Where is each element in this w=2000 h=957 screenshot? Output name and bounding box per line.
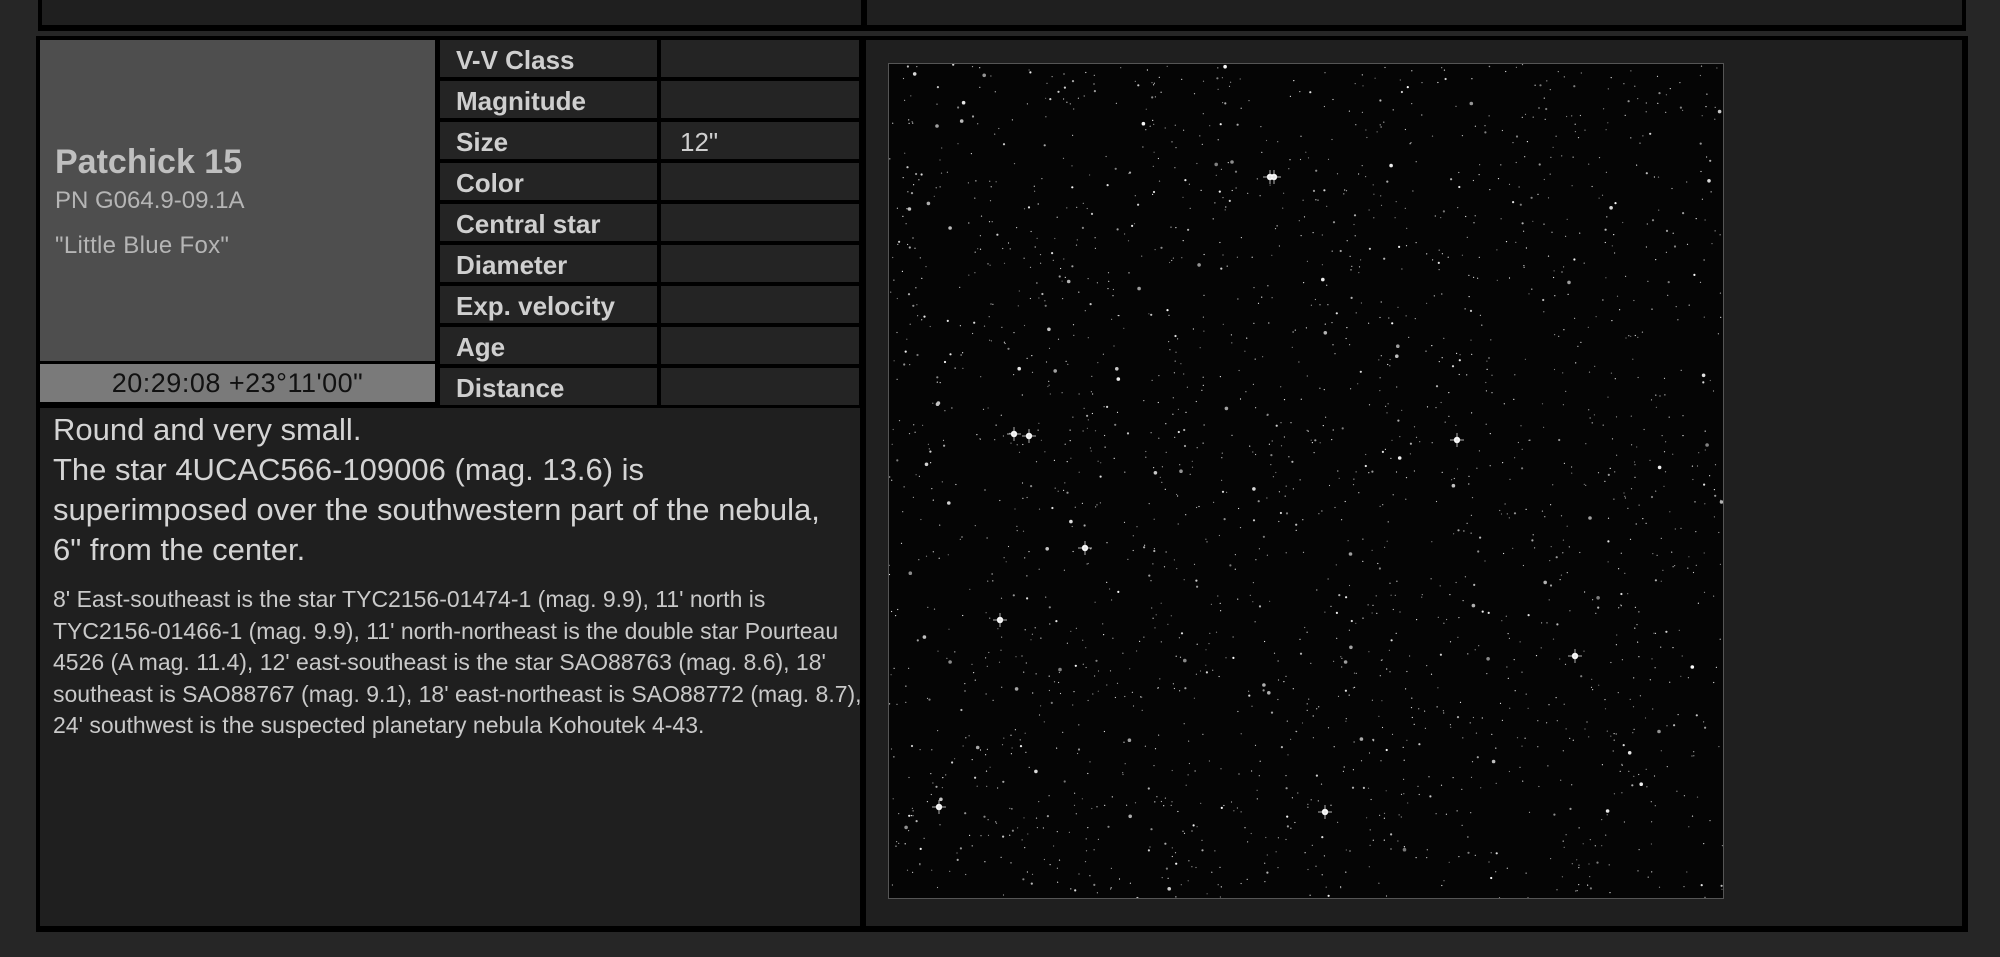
description-main: Round and very small. The star 4UCAC566-…	[53, 410, 843, 570]
top-right-cell	[867, 0, 1962, 25]
property-value	[661, 163, 859, 200]
property-value	[661, 40, 859, 77]
property-value: 12"	[661, 122, 859, 159]
top-frame	[38, 0, 1966, 31]
star-field-image	[888, 63, 1724, 899]
property-label: Exp. velocity	[440, 286, 657, 323]
property-value	[661, 286, 859, 323]
property-label: Size	[440, 122, 657, 159]
property-value	[661, 245, 859, 282]
property-value	[661, 368, 859, 405]
property-label: Age	[440, 327, 657, 364]
object-designation: PN G064.9-09.1A	[55, 187, 245, 214]
description-main-text: Round and very small. The star 4UCAC566-…	[53, 412, 820, 567]
object-title-box: Patchick 15 PN G064.9-09.1A "Little Blue…	[40, 40, 435, 361]
description-detail: 8' East-southeast is the star TYC2156-01…	[53, 586, 862, 738]
object-name: Patchick 15	[55, 143, 243, 181]
top-left-cell	[42, 0, 861, 25]
property-value	[661, 327, 859, 364]
description-box: Round and very small. The star 4UCAC566-…	[40, 408, 862, 926]
property-label: Distance	[440, 368, 657, 405]
property-label: Magnitude	[440, 81, 657, 118]
object-coordinates: 20:29:08 +23°11'00"	[40, 364, 435, 402]
property-label: Color	[440, 163, 657, 200]
property-label: Central star	[440, 204, 657, 241]
property-label: Diameter	[440, 245, 657, 282]
property-value	[661, 204, 859, 241]
property-label: V-V Class	[440, 40, 657, 77]
object-nickname: "Little Blue Fox"	[55, 232, 230, 259]
star-field-canvas	[889, 64, 1723, 898]
property-value	[661, 81, 859, 118]
